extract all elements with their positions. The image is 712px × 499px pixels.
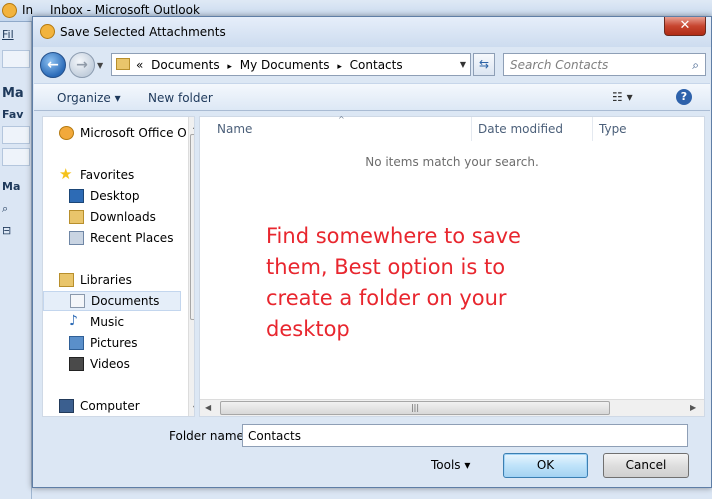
nav-item-label: Videos <box>90 357 130 371</box>
navigation-pane: Microsoft Office O ★ Favorites Desktop D… <box>42 116 195 417</box>
outlook-mail-folders-header: Ma <box>2 180 21 193</box>
scroll-left-icon[interactable]: ◀ <box>205 403 211 412</box>
folder-name-label: Folder name: <box>169 429 248 443</box>
nav-item-computer[interactable]: Computer <box>43 396 181 416</box>
column-header-name[interactable]: Name ^ <box>200 115 472 141</box>
outlook-title: Inbox - Microsoft Outlook <box>50 3 200 17</box>
nav-item-favorites[interactable]: ★ Favorites <box>43 165 181 185</box>
outlook-file-menu[interactable]: Fil <box>2 28 14 41</box>
address-bar[interactable]: « Documents ▸ My Documents ▸ Contacts ▼ <box>111 53 471 76</box>
dialog-title: Save Selected Attachments <box>60 25 226 39</box>
nav-item-microsoft-office[interactable]: Microsoft Office O <box>43 123 187 143</box>
forward-button[interactable]: → <box>69 52 95 78</box>
breadcrumb-separator[interactable]: ▸ <box>227 62 232 72</box>
videos-icon <box>69 357 84 371</box>
nav-item-recent-places[interactable]: Recent Places <box>43 228 181 248</box>
star-icon: ★ <box>59 165 73 183</box>
nav-item-label: Downloads <box>90 210 156 224</box>
nav-item-label: Favorites <box>80 168 135 182</box>
column-header-type[interactable]: Type <box>593 117 704 141</box>
breadcrumb-contacts[interactable]: Contacts <box>350 58 403 72</box>
empty-message: No items match your search. <box>365 155 539 169</box>
nav-item-label: Documents <box>91 294 160 308</box>
music-icon: ♪ <box>69 313 78 329</box>
command-bar: Organize ▾ New folder ☷ ▾ ? <box>34 83 710 111</box>
column-header-label: Date modified <box>478 122 564 136</box>
outlook-folder-item[interactable] <box>2 148 30 166</box>
search-input[interactable]: Search Contacts <box>510 58 608 72</box>
search-icon[interactable]: ⌕ <box>692 58 699 73</box>
breadcrumb[interactable]: « Documents ▸ My Documents ▸ Contacts <box>136 58 407 72</box>
downloads-folder-icon <box>69 210 84 224</box>
outlook-side-strip: Fil Ma Fav Ma ⌕ ⊟ <box>0 22 32 499</box>
new-folder-button[interactable]: New folder <box>148 91 213 105</box>
outlook-icon <box>2 3 17 18</box>
computer-icon <box>59 399 74 413</box>
annotation-text: Find somewhere to save them, Best option… <box>266 224 521 341</box>
outlook-favorites-header: Fav <box>2 108 24 121</box>
organize-button[interactable]: Organize ▾ <box>57 91 121 105</box>
column-header-label: Name <box>217 122 253 136</box>
outlook-mail-header: Ma <box>2 86 24 101</box>
file-list[interactable]: Name ^ Date modified Type No items match… <box>199 115 705 417</box>
outlook-icon <box>40 24 55 39</box>
pictures-icon <box>69 336 84 350</box>
nav-item-label: Music <box>90 315 125 329</box>
outlook-folder-item[interactable] <box>2 126 30 144</box>
nav-item-label: Libraries <box>80 273 132 287</box>
sort-ascending-icon: ^ <box>338 115 345 124</box>
outlook-bottom-edge <box>32 488 712 499</box>
nav-item-label: Recent Places <box>90 231 174 245</box>
outlook-title-prefix: In <box>22 3 34 17</box>
nav-item-music[interactable]: ♪ Music <box>43 312 181 332</box>
scroll-right-icon[interactable]: ▶ <box>690 403 696 412</box>
cancel-button[interactable]: Cancel <box>603 453 689 478</box>
search-box[interactable]: Search Contacts ⌕ <box>503 53 706 76</box>
nav-item-downloads[interactable]: Downloads <box>43 207 181 227</box>
folder-name-input[interactable]: Contacts <box>242 424 688 447</box>
views-button[interactable]: ☷ ▾ <box>612 90 633 104</box>
search-folder-icon[interactable]: ⌕ <box>2 202 8 216</box>
scroll-down-icon[interactable]: ▼ <box>193 404 194 413</box>
nav-scroll-thumb[interactable] <box>190 134 194 320</box>
nav-scrollbar[interactable]: ▲ ▼ <box>188 117 194 416</box>
dialog-titlebar: Save Selected Attachments ✕ <box>33 17 711 47</box>
folder-icon <box>116 58 130 70</box>
refresh-button[interactable]: ⇆ <box>473 53 495 76</box>
tools-button[interactable]: Tools ▾ <box>431 458 470 472</box>
column-header-label: Type <box>599 122 627 136</box>
nav-item-label: Pictures <box>90 336 138 350</box>
nav-item-libraries[interactable]: Libraries <box>43 270 181 290</box>
column-header-date-modified[interactable]: Date modified <box>472 117 593 141</box>
outlook-icon <box>59 126 74 140</box>
back-button[interactable]: ← <box>40 52 66 78</box>
breadcrumb-documents[interactable]: Documents <box>151 58 219 72</box>
breadcrumb-overflow[interactable]: « <box>136 58 143 72</box>
nav-item-videos[interactable]: Videos <box>43 354 181 374</box>
documents-icon <box>70 294 85 308</box>
nav-item-label: Microsoft Office O <box>80 126 187 140</box>
outlook-toolbar-button[interactable] <box>2 50 30 68</box>
save-attachments-dialog: Save Selected Attachments ✕ ← → ▼ « Docu… <box>32 16 712 488</box>
horizontal-scrollbar[interactable]: ◀ ||| ▶ <box>200 399 704 416</box>
breadcrumb-separator[interactable]: ▸ <box>337 62 342 72</box>
libraries-icon <box>59 273 74 287</box>
scroll-up-icon[interactable]: ▲ <box>193 121 194 130</box>
horizontal-scroll-thumb[interactable]: ||| <box>220 401 610 415</box>
nav-item-documents[interactable]: Documents <box>43 291 181 311</box>
recent-places-icon <box>69 231 84 245</box>
breadcrumb-my-documents[interactable]: My Documents <box>240 58 330 72</box>
expand-icon[interactable]: ⊟ <box>2 224 11 237</box>
recent-locations-dropdown[interactable]: ▼ <box>97 61 103 70</box>
nav-item-desktop[interactable]: Desktop <box>43 186 181 206</box>
nav-item-label: Desktop <box>90 189 140 203</box>
address-dropdown-icon[interactable]: ▼ <box>460 60 466 69</box>
nav-item-label: Computer <box>80 399 140 413</box>
ok-button[interactable]: OK <box>503 453 588 478</box>
close-button[interactable]: ✕ <box>664 17 706 36</box>
desktop-icon <box>69 189 84 203</box>
nav-item-pictures[interactable]: Pictures <box>43 333 181 353</box>
help-icon[interactable]: ? <box>676 89 692 105</box>
